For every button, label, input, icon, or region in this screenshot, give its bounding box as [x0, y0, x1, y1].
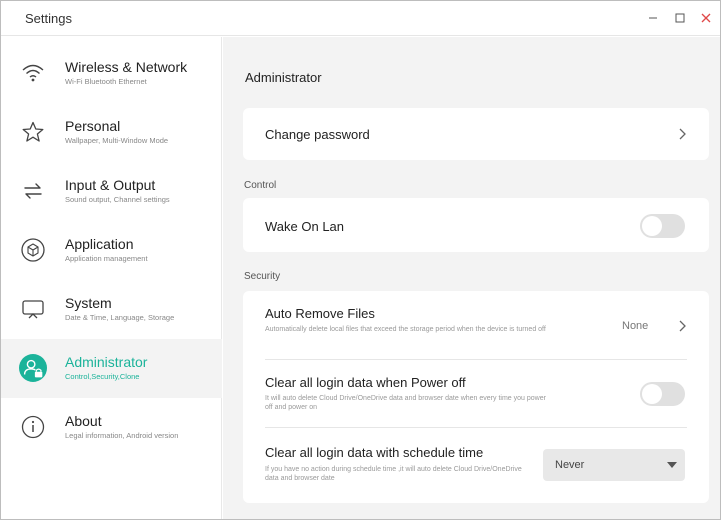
sidebar-item-system[interactable]: System Date & Time, Language, Storage: [1, 280, 222, 339]
wake-on-lan-label: Wake On Lan: [265, 219, 345, 234]
clear-login-power-off-toggle[interactable]: [640, 382, 685, 406]
sidebar-item-sublabel: Date & Time, Language, Storage: [65, 313, 175, 322]
wifi-icon: [19, 59, 47, 87]
sidebar-item-sublabel: Wi-Fi Bluetooth Ethernet: [65, 77, 147, 86]
sidebar-item-wireless-network[interactable]: Wireless & Network Wi-Fi Bluetooth Ether…: [1, 44, 222, 103]
clear-login-power-off-description: It will auto delete Cloud Drive/OneDrive…: [265, 395, 546, 411]
close-button[interactable]: [695, 7, 717, 29]
maximize-button[interactable]: [669, 7, 691, 29]
star-icon: [19, 118, 47, 146]
change-password-row[interactable]: Change password: [243, 108, 709, 160]
chevron-right-icon: [679, 320, 686, 332]
main-content: Administrator Change password Control Wa…: [223, 37, 720, 519]
clear-login-power-off-label: Clear all login data when Power off: [265, 375, 466, 390]
sidebar-item-input-output[interactable]: Input & Output Sound output, Channel set…: [1, 162, 222, 221]
wake-on-lan-row: Wake On Lan: [243, 198, 709, 252]
sidebar-item-sublabel: Control,Security,Clone: [65, 372, 140, 381]
sidebar-item-about[interactable]: About Legal information, Android version: [1, 398, 222, 457]
settings-window: Settings Wireless & Network Wi-Fi Blueto…: [0, 0, 721, 520]
auto-remove-files-label: Auto Remove Files: [265, 306, 375, 321]
maximize-icon: [675, 13, 685, 23]
chevron-right-icon: [679, 128, 686, 140]
sidebar-item-administrator[interactable]: Administrator Control,Security,Clone: [1, 339, 222, 398]
security-card: Auto Remove Files Automatically delete l…: [243, 291, 709, 503]
toggle-knob: [642, 384, 662, 404]
monitor-icon: [19, 295, 47, 323]
sidebar-item-label: Application: [65, 236, 134, 252]
clear-login-schedule-row: Clear all login data with schedule time …: [243, 428, 709, 503]
sidebar-item-label: Personal: [65, 118, 121, 134]
clear-login-power-off-row: Clear all login data when Power off It w…: [243, 360, 709, 426]
schedule-time-selected: Never: [555, 459, 585, 471]
auto-remove-files-description: Automatically delete local files that ex…: [265, 326, 546, 333]
page-title: Administrator: [245, 70, 322, 85]
sidebar-item-sublabel: Application management: [65, 254, 148, 263]
sidebar-item-application[interactable]: Application Application management: [1, 221, 222, 280]
sidebar: Wireless & Network Wi-Fi Bluetooth Ether…: [1, 37, 222, 519]
sidebar-item-label: Input & Output: [65, 177, 156, 193]
info-icon: [19, 413, 47, 441]
section-title-control: Control: [244, 180, 277, 191]
admin-lock-icon: [19, 354, 47, 382]
close-icon: [701, 13, 711, 23]
schedule-time-select[interactable]: Never: [543, 449, 685, 481]
section-title-security: Security: [244, 271, 281, 282]
minimize-button[interactable]: [642, 7, 664, 29]
sidebar-item-personal[interactable]: Personal Wallpaper, Multi-Window Mode: [1, 103, 222, 162]
sidebar-item-sublabel: Sound output, Channel settings: [65, 195, 170, 204]
swap-arrows-icon: [19, 177, 47, 205]
minimize-icon: [649, 17, 657, 19]
clear-login-schedule-description: If you have no action during schedule ti…: [265, 466, 522, 482]
sidebar-item-label: System: [65, 295, 112, 311]
change-password-label: Change password: [265, 127, 370, 142]
auto-remove-files-value: None: [622, 320, 649, 332]
toggle-knob: [642, 216, 662, 236]
clear-login-schedule-label: Clear all login data with schedule time: [265, 445, 484, 460]
cube-icon: [19, 236, 47, 264]
sidebar-item-sublabel: Legal information, Android version: [65, 431, 179, 440]
sidebar-item-sublabel: Wallpaper, Multi-Window Mode: [65, 136, 169, 145]
window-title: Settings: [25, 11, 72, 26]
caret-down-icon: [667, 462, 677, 468]
sidebar-item-label: About: [65, 413, 102, 429]
wake-on-lan-toggle[interactable]: [640, 214, 685, 238]
title-bar: Settings: [1, 1, 720, 36]
auto-remove-files-row[interactable]: Auto Remove Files Automatically delete l…: [243, 291, 709, 359]
sidebar-item-label: Administrator: [65, 354, 148, 370]
sidebar-item-label: Wireless & Network: [65, 59, 188, 75]
